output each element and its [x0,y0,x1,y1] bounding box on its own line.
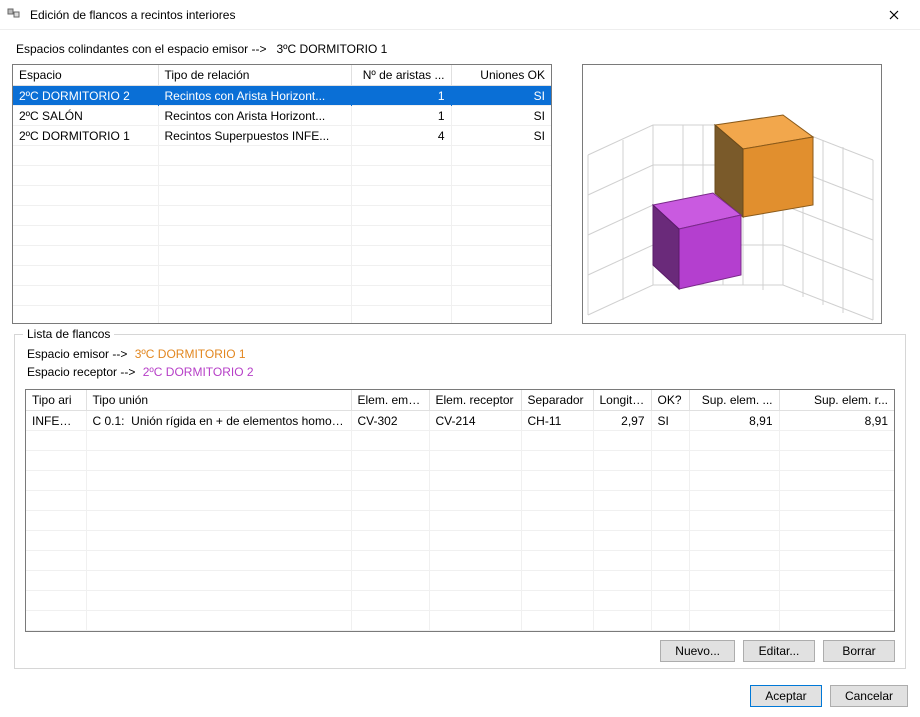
table-row[interactable] [26,611,894,631]
receptor-label: Espacio receptor --> [27,365,135,379]
table-row[interactable] [13,146,551,166]
receptor-value: 2ºC DORMITORIO 2 [143,365,254,379]
table-row[interactable] [13,246,551,266]
fcol-ok[interactable]: OK? [651,390,689,411]
editar-button[interactable]: Editar... [743,640,815,662]
table-row[interactable] [13,286,551,306]
table-row[interactable] [26,451,894,471]
close-button[interactable] [874,0,914,30]
table-row[interactable] [26,471,894,491]
table-row[interactable]: 2ºC DORMITORIO 2Recintos con Arista Hori… [13,86,551,106]
fcol-separador[interactable]: Separador [521,390,593,411]
3d-viewer[interactable] [582,64,882,324]
table-row[interactable] [26,571,894,591]
col-ok[interactable]: Uniones OK [451,65,551,86]
col-tipo[interactable]: Tipo de relación [158,65,351,86]
borrar-button[interactable]: Borrar [823,640,895,662]
emitter-label: Espacio emisor --> [27,347,127,361]
col-espacio[interactable]: Espacio [13,65,158,86]
table-row[interactable] [26,591,894,611]
adjacent-spaces-table[interactable]: Espacio Tipo de relación Nº de aristas .… [12,64,552,324]
fcol-tipo-union[interactable]: Tipo unión [86,390,351,411]
table-row[interactable] [26,511,894,531]
flancos-group: Lista de flancos Espacio emisor --> 3ºC … [14,334,906,669]
table-row[interactable] [26,551,894,571]
header-space: 3ºC DORMITORIO 1 [276,42,387,56]
table-row[interactable] [26,431,894,451]
fcol-longitud[interactable]: Longitud [593,390,651,411]
fcol-receptor[interactable]: Elem. receptor [429,390,521,411]
table-row[interactable] [13,186,551,206]
table-row[interactable]: INFERIORC 0.1: Unión rígida en + de elem… [26,411,894,431]
table-row[interactable] [26,491,894,511]
table-row[interactable] [13,226,551,246]
receptor-cube [653,193,741,289]
emitter-cube [715,115,813,217]
fcol-tipo-ari[interactable]: Tipo ari [26,390,86,411]
aceptar-button[interactable]: Aceptar [750,685,822,707]
fcol-sup-e[interactable]: Sup. elem. ... [689,390,779,411]
table-row[interactable]: 2ºC SALÓNRecintos con Arista Horizont...… [13,106,551,126]
header-prefix: Espacios colindantes con el espacio emis… [16,42,266,56]
table-row[interactable]: 2ºC DORMITORIO 1Recintos Superpuestos IN… [13,126,551,146]
table-row[interactable] [13,266,551,286]
header-line: Espacios colindantes con el espacio emis… [16,42,908,56]
table-row[interactable] [13,206,551,226]
col-aristas[interactable]: Nº de aristas ... [351,65,451,86]
flancos-table[interactable]: Tipo ari Tipo unión Elem. emisor Elem. r… [25,389,895,632]
nuevo-button[interactable]: Nuevo... [660,640,735,662]
cancelar-button[interactable]: Cancelar [830,685,908,707]
flancos-group-label: Lista de flancos [23,327,114,341]
receptor-line: Espacio receptor --> 2ºC DORMITORIO 2 [27,365,893,379]
window-title: Edición de flancos a recintos interiores [30,8,874,22]
titlebar: Edición de flancos a recintos interiores [0,0,920,30]
table-row[interactable] [13,166,551,186]
app-icon [6,7,22,23]
table-row[interactable] [13,306,551,325]
emitter-line: Espacio emisor --> 3ºC DORMITORIO 1 [27,347,893,361]
emitter-value: 3ºC DORMITORIO 1 [135,347,246,361]
table-row[interactable] [26,531,894,551]
fcol-sup-r[interactable]: Sup. elem. r... [779,390,894,411]
fcol-emisor[interactable]: Elem. emisor [351,390,429,411]
